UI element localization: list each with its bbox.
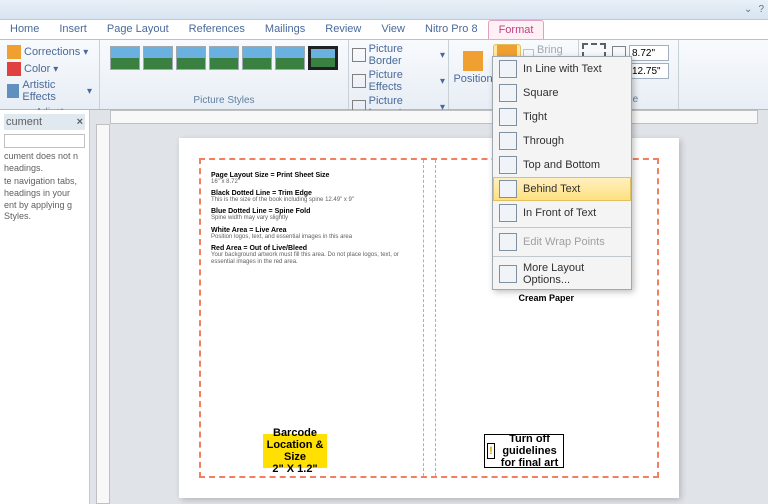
style-thumb[interactable] <box>110 46 140 70</box>
wrap-tight[interactable]: Tight <box>493 105 631 129</box>
tab-mailings[interactable]: Mailings <box>255 20 315 39</box>
width-input[interactable] <box>629 63 669 79</box>
position-button[interactable]: Position <box>455 44 491 92</box>
wrap-top-bottom[interactable]: Top and Bottom <box>493 153 631 177</box>
color-button[interactable]: Color ▾ <box>6 61 93 77</box>
style-thumb[interactable] <box>275 46 305 70</box>
border-icon <box>352 48 366 62</box>
style-thumb[interactable] <box>242 46 272 70</box>
menu-separator <box>493 256 631 257</box>
spec-heading: Blue Dotted Line = Spine Fold <box>211 208 413 215</box>
artistic-icon <box>7 84 19 98</box>
tab-references[interactable]: References <box>179 20 255 39</box>
tab-insert[interactable]: Insert <box>49 20 97 39</box>
tab-home[interactable]: Home <box>0 20 49 39</box>
minimize-icon[interactable]: ⌄ <box>744 4 752 15</box>
tight-icon <box>499 108 517 126</box>
style-thumb[interactable] <box>209 46 239 70</box>
warning-icon: ! <box>487 443 495 459</box>
pane-title: cument <box>6 116 42 128</box>
wrap-inline[interactable]: In Line with Text <box>493 57 631 81</box>
pane-text: cument does not n headings. <box>4 151 85 174</box>
topbot-icon <box>499 156 517 174</box>
artistic-button[interactable]: Artistic Effects ▾ <box>6 78 93 104</box>
pane-search[interactable] <box>4 134 85 148</box>
style-gallery[interactable] <box>104 42 344 74</box>
wrap-edit-points: Edit Wrap Points <box>493 230 631 254</box>
ruler-vertical[interactable] <box>96 124 110 504</box>
editpoints-icon <box>499 233 517 251</box>
picture-border-button[interactable]: Picture Border ▾ <box>352 43 445 67</box>
document-canvas[interactable]: Page Layout Size = Print Sheet Size16" x… <box>90 110 768 504</box>
window-titlebar: ⌄ ? <box>0 0 768 20</box>
tab-nitro[interactable]: Nitro Pro 8 <box>415 20 488 39</box>
inline-icon <box>499 60 517 78</box>
menu-separator <box>493 227 631 228</box>
corrections-icon <box>7 45 21 59</box>
tab-page-layout[interactable]: Page Layout <box>97 20 179 39</box>
spec-heading: White Area = Live Area <box>211 227 413 234</box>
help-icon[interactable]: ? <box>758 4 764 15</box>
pane-close-icon[interactable]: × <box>77 116 83 128</box>
barcode-placeholder: BarcodeLocation & Size2" X 1.2" <box>263 434 327 468</box>
group-border: Picture Border ▾ Picture Effects ▾ Pictu… <box>349 40 449 109</box>
corrections-button[interactable]: Corrections ▾ <box>6 44 93 60</box>
tab-review[interactable]: Review <box>315 20 371 39</box>
wrap-square[interactable]: Square <box>493 81 631 105</box>
picture-effects-button[interactable]: Picture Effects ▾ <box>352 69 445 93</box>
effects-icon <box>352 74 366 88</box>
style-thumb[interactable] <box>176 46 206 70</box>
spine <box>424 160 436 476</box>
ribbon-tabs: Home Insert Page Layout References Maili… <box>0 20 768 40</box>
tab-format[interactable]: Format <box>488 20 545 39</box>
group-adjust: Corrections ▾ Color ▾ Artistic Effects ▾… <box>0 40 100 109</box>
behind-icon <box>499 180 517 198</box>
position-icon <box>463 51 483 71</box>
pane-text: te navigation tabs, headings in your ent… <box>4 176 85 223</box>
wrap-through[interactable]: Through <box>493 129 631 153</box>
through-icon <box>499 132 517 150</box>
more-icon <box>499 265 517 283</box>
back-cover: Page Layout Size = Print Sheet Size16" x… <box>201 160 424 476</box>
ribbon: Corrections ▾ Color ▾ Artistic Effects ▾… <box>0 40 768 110</box>
style-thumb[interactable] <box>308 46 338 70</box>
square-icon <box>499 84 517 102</box>
style-thumb[interactable] <box>143 46 173 70</box>
ruler-horizontal[interactable] <box>110 110 758 124</box>
wrap-behind[interactable]: Behind Text <box>493 177 631 201</box>
wrap-text-menu: In Line with Text Square Tight Through T… <box>492 56 632 290</box>
spec-heading: Red Area = Out of Live/Bleed <box>211 245 413 252</box>
color-icon <box>7 62 21 76</box>
wrap-front[interactable]: In Front of Text <box>493 201 631 225</box>
tab-view[interactable]: View <box>371 20 415 39</box>
wrap-more-options[interactable]: More Layout Options... <box>493 259 631 289</box>
workspace: cument × cument does not n headings. te n… <box>0 110 768 504</box>
spec-heading: Black Dotted Line = Trim Edge <box>211 190 413 197</box>
navigation-pane: cument × cument does not n headings. te n… <box>0 110 90 504</box>
turnoff-note: ! Turn off guidelines for final art <box>484 434 564 468</box>
spec-heading: Page Layout Size = Print Sheet Size <box>211 172 413 179</box>
group-picture-styles: Picture Styles <box>100 40 349 109</box>
height-input[interactable] <box>629 45 669 61</box>
styles-label: Picture Styles <box>104 94 344 107</box>
front-icon <box>499 204 517 222</box>
